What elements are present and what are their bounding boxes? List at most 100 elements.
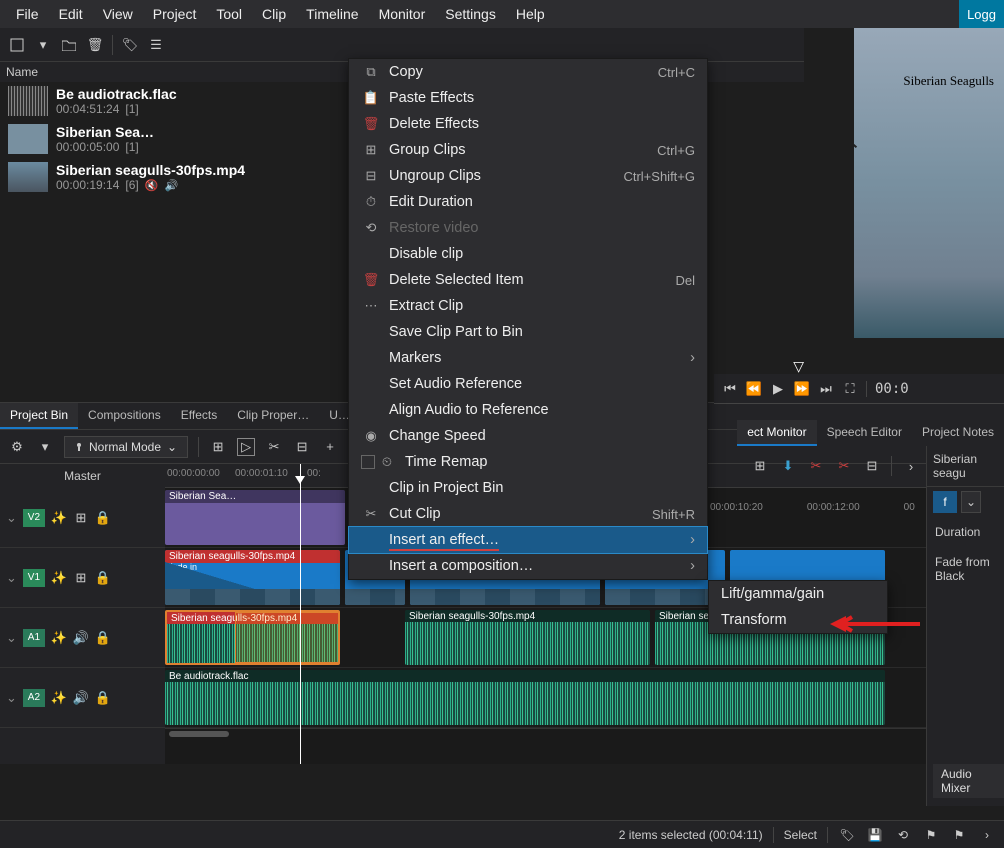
tab-speech-editor[interactable]: Speech Editor xyxy=(817,420,912,446)
mute-icon[interactable]: 🔊 xyxy=(73,630,89,646)
zone-in-icon[interactable]: ⬇ xyxy=(779,457,797,475)
menu-time-remap[interactable]: ⏲Time Remap xyxy=(349,449,707,475)
lock-icon[interactable]: 🔒 xyxy=(95,510,111,526)
menu-clip-in-bin[interactable]: Clip in Project Bin xyxy=(349,475,707,501)
menu-edit[interactable]: Edit xyxy=(49,2,93,26)
menu-timeline[interactable]: Timeline xyxy=(296,2,368,26)
fx-icon[interactable]: ✨ xyxy=(51,570,67,586)
audio-icon[interactable]: 🔊 xyxy=(164,179,178,192)
tag-icon[interactable]: 🏷 xyxy=(121,36,139,54)
menu-ungroup-clips[interactable]: ⊟Ungroup ClipsCtrl+Shift+G xyxy=(349,163,707,189)
monitor-marker-icon[interactable]: ▽ xyxy=(793,358,804,375)
preview-image[interactable]: Siberian Seagulls xyxy=(854,28,1004,338)
menu-settings[interactable]: Settings xyxy=(435,2,506,26)
collapse-icon[interactable]: ⌄ xyxy=(6,510,17,526)
timeline-clip[interactable]: Be audiotrack.flac xyxy=(165,670,885,725)
reset-icon[interactable]: ⟲ xyxy=(894,826,912,844)
monitor-ruler[interactable] xyxy=(714,403,1004,419)
list-icon[interactable]: ☰ xyxy=(147,36,165,54)
scrollbar-thumb[interactable] xyxy=(169,731,229,737)
tab-effects[interactable]: Effects xyxy=(171,403,227,429)
rewind-icon[interactable]: ⏪ xyxy=(746,381,762,397)
menu-markers[interactable]: Markers› xyxy=(349,345,707,371)
edit-mode-selector[interactable]: Normal Mode ⌄ xyxy=(64,436,188,458)
crop-icon[interactable]: ⛶ xyxy=(842,381,858,397)
collapse-icon[interactable]: ⌄ xyxy=(6,630,17,646)
lock-icon[interactable]: 🔒 xyxy=(95,630,111,646)
collapse-icon[interactable]: ⌄ xyxy=(6,570,17,586)
playhead[interactable] xyxy=(300,464,301,764)
menu-disable-clip[interactable]: Disable clip xyxy=(349,241,707,267)
select-tool-label[interactable]: Select xyxy=(784,828,817,842)
menu-tool[interactable]: Tool xyxy=(206,2,252,26)
submenu-lift-gamma[interactable]: Lift/gamma/gain xyxy=(709,581,887,607)
lock-icon[interactable]: 🔒 xyxy=(95,690,111,706)
chevron-right-icon[interactable]: › xyxy=(978,826,996,844)
add-clip-icon[interactable] xyxy=(8,36,26,54)
menu-monitor[interactable]: Monitor xyxy=(369,2,436,26)
view-icon[interactable]: ⊞ xyxy=(751,457,769,475)
visible-icon[interactable]: ⊞ xyxy=(73,510,89,526)
menu-change-speed[interactable]: ◉Change Speed xyxy=(349,423,707,449)
skip-forward-icon[interactable]: ⏭ xyxy=(818,381,834,397)
track-header-a1[interactable]: ⌄ A1 ✨ 🔊 🔒 xyxy=(0,608,165,668)
menu-delete-effects[interactable]: 🗑Delete Effects xyxy=(349,111,707,137)
tab-project-bin[interactable]: Project Bin xyxy=(0,403,78,429)
timeline-clip[interactable]: Siberian seagulls-30fps.mp4 xyxy=(405,610,650,665)
timeline-clip[interactable]: Siberian seagulls-30fps.mp4 Fade in xyxy=(165,550,340,605)
chevron-down-icon[interactable]: ▾ xyxy=(34,36,52,54)
zone-out-cut-icon[interactable]: ✂ xyxy=(807,457,825,475)
effect-toggle[interactable]: f xyxy=(933,491,957,513)
tab-compositions[interactable]: Compositions xyxy=(78,403,171,429)
spacer-icon[interactable]: ⊟ xyxy=(293,438,311,456)
menu-paste-effects[interactable]: 📋Paste Effects xyxy=(349,85,707,111)
timeline-clip-selected[interactable]: Siberian seagulls-30fps.mp4 xyxy=(165,610,340,665)
checkbox[interactable] xyxy=(361,455,375,469)
menu-edit-duration[interactable]: ⏱Edit Duration xyxy=(349,189,707,215)
menu-delete-selected[interactable]: 🗑Delete Selected ItemDel xyxy=(349,267,707,293)
tab-project-monitor[interactable]: ect Monitor xyxy=(737,420,816,446)
settings-icon[interactable]: ⚙ xyxy=(8,438,26,456)
folder-icon[interactable] xyxy=(60,36,78,54)
fade-effect-label[interactable]: Fade from Black xyxy=(927,547,1004,591)
tab-audio-mixer[interactable]: Audio Mixer xyxy=(933,764,1004,798)
tab-clip-properties[interactable]: Clip Proper… xyxy=(227,403,319,429)
menu-insert-composition[interactable]: Insert a composition…› xyxy=(349,553,707,579)
play-icon[interactable]: ▶ xyxy=(770,381,786,397)
track-tool-icon[interactable]: ⊞ xyxy=(209,438,227,456)
track-header-a2[interactable]: ⌄ A2 ✨ 🔊 🔒 xyxy=(0,668,165,728)
flag-icon[interactable]: ⚑ xyxy=(922,826,940,844)
fx-icon[interactable]: ✨ xyxy=(51,510,67,526)
menu-cut-clip[interactable]: ✂Cut ClipShift+R xyxy=(349,501,707,527)
insert-icon[interactable]: + xyxy=(321,438,339,456)
menu-project[interactable]: Project xyxy=(143,2,207,26)
menu-copy[interactable]: ⧉CopyCtrl+C xyxy=(349,59,707,85)
flag-filled-icon[interactable]: ⚑ xyxy=(950,826,968,844)
track-header-v1[interactable]: ⌄ V1 ✨ ⊞ 🔒 xyxy=(0,548,165,608)
menu-file[interactable]: File xyxy=(6,2,49,26)
menu-clip[interactable]: Clip xyxy=(252,2,296,26)
menu-group-clips[interactable]: ⊞Group ClipsCtrl+G xyxy=(349,137,707,163)
menu-extract-clip[interactable]: ⋯Extract Clip xyxy=(349,293,707,319)
forward-icon[interactable]: ⏩ xyxy=(794,381,810,397)
timeline-scrollbar[interactable] xyxy=(165,728,1004,738)
timeline-clip[interactable]: Siberian Sea… xyxy=(165,490,345,545)
track-lane-a2[interactable]: Be audiotrack.flac xyxy=(165,668,1004,728)
menu-help[interactable]: Help xyxy=(506,2,555,26)
spacer-icon[interactable]: ⊟ xyxy=(863,457,881,475)
mute-icon[interactable]: 🔊 xyxy=(73,690,89,706)
fx-icon[interactable]: ✨ xyxy=(51,630,67,646)
track-header-v2[interactable]: ⌄ V2 ✨ ⊞ 🔒 xyxy=(0,488,165,548)
audio-mute-icon[interactable]: 🔇 xyxy=(145,179,159,192)
menu-set-audio-ref[interactable]: Set Audio Reference xyxy=(349,371,707,397)
pointer-icon[interactable]: ▷ xyxy=(237,438,255,456)
razor-icon[interactable]: ✂ xyxy=(265,438,283,456)
skip-back-icon[interactable]: ⏮ xyxy=(722,381,738,397)
visible-icon[interactable]: ⊞ xyxy=(73,570,89,586)
menu-view[interactable]: View xyxy=(93,2,143,26)
zone-out-icon[interactable]: ✂ xyxy=(835,457,853,475)
tab-project-notes[interactable]: Project Notes xyxy=(912,420,1004,446)
menu-align-audio[interactable]: Align Audio to Reference xyxy=(349,397,707,423)
trash-icon[interactable]: 🗑 xyxy=(86,36,104,54)
lock-icon[interactable]: 🔒 xyxy=(95,570,111,586)
